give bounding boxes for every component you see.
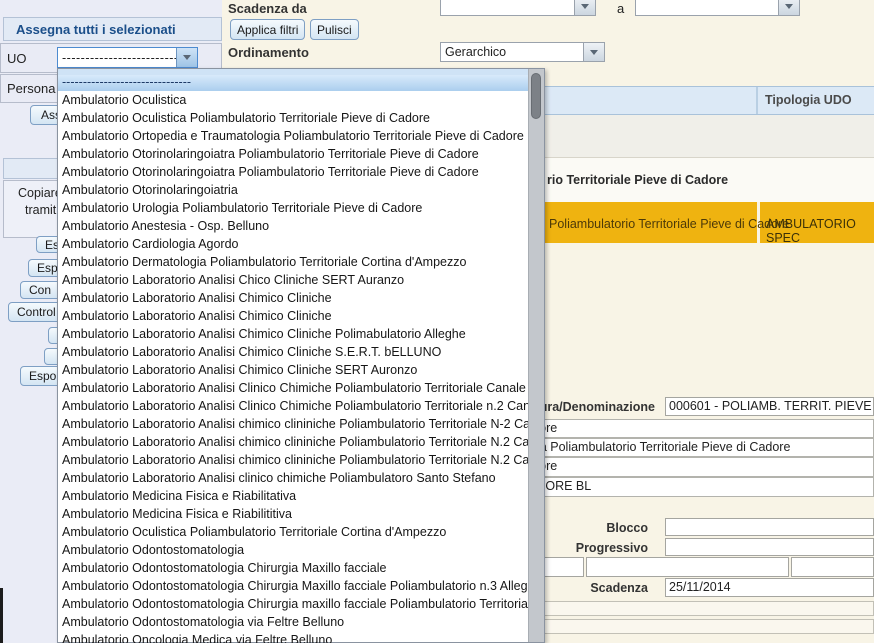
ordinamento-label: Ordinamento — [228, 45, 309, 60]
dropdown-item[interactable]: Ambulatorio Laboratorio Analisi Chimico … — [58, 325, 529, 343]
dropdown-item[interactable]: Ambulatorio Medicina Fisica e Riabilitit… — [58, 505, 529, 523]
small-table-cell-2[interactable] — [586, 557, 789, 577]
uo-dropdown-popup: ------------------------------- Ambulato… — [57, 68, 545, 643]
empty-form-row-1 — [500, 601, 874, 616]
chevron-down-icon[interactable] — [583, 43, 604, 61]
dropdown-item[interactable]: Ambulatorio Otorinolaringoiatra Poliambu… — [58, 145, 529, 163]
dropdown-item[interactable]: Ambulatorio Oculistica Poliambulatorio T… — [58, 523, 529, 541]
dropdown-item[interactable]: Ambulatorio Odontostomatologia Chirurgia… — [58, 577, 529, 595]
detail-line-4: DI CADORE BL — [500, 477, 874, 497]
uo-combobox[interactable]: ------------------------------ — [57, 47, 198, 68]
dropdown-item[interactable]: Ambulatorio Laboratorio Analisi Chimico … — [58, 361, 529, 379]
detail-line-3: di Cadore — [500, 457, 874, 477]
popup-scrollbar-thumb[interactable] — [531, 73, 541, 119]
blocco-input[interactable] — [665, 518, 874, 536]
dropdown-item[interactable]: Ambulatorio Laboratorio Analisi Chico Cl… — [58, 271, 529, 289]
ordinamento-combobox[interactable]: Gerarchico — [440, 42, 605, 62]
dropdown-item[interactable]: Ambulatorio Oncologia Medica via Feltre … — [58, 631, 529, 643]
dropdown-item[interactable]: Ambulatorio Laboratorio Analisi Chimico … — [58, 289, 529, 307]
assegna-panel-header: Assegna tutti i selezionati — [3, 17, 222, 41]
dropdown-item[interactable]: Ambulatorio Laboratorio Analisi Clinico … — [58, 379, 529, 397]
dropdown-item[interactable]: Ambulatorio Laboratorio Analisi chimico … — [58, 433, 529, 451]
dropdown-item[interactable]: Ambulatorio Ortopedia e Traumatologia Po… — [58, 127, 529, 145]
table-header-divider — [756, 87, 758, 114]
dropdown-item[interactable]: Ambulatorio Laboratorio Analisi Clinico … — [58, 397, 529, 415]
scadenza-da-label: Scadenza da — [228, 1, 307, 16]
table-group-header: rio Territoriale Pieve di Cadore — [547, 173, 728, 187]
uo-label: UO — [7, 51, 27, 66]
dropdown-item[interactable]: Ambulatorio Medicina Fisica e Riabilitat… — [58, 487, 529, 505]
tipologia-udo-column-header: Tipologia UDO — [765, 93, 852, 107]
popup-scrollbar[interactable] — [528, 69, 544, 642]
date-to-combobox[interactable] — [635, 0, 800, 16]
dropdown-item[interactable]: Ambulatorio Otorinolaringoiatria — [58, 181, 529, 199]
small-table-cell-3[interactable] — [791, 557, 874, 577]
dropdown-item[interactable]: Ambulatorio Laboratorio Analisi chimico … — [58, 451, 529, 469]
chevron-down-icon[interactable] — [574, 0, 595, 15]
persona-label: Persona — [7, 81, 55, 96]
dropdown-item[interactable]: Ambulatorio Laboratorio Analisi Chimico … — [58, 343, 529, 361]
denominazione-input[interactable]: 000601 - POLIAMB. TERRIT. PIEVE DI C. — [665, 397, 874, 416]
chevron-down-icon[interactable] — [778, 0, 799, 15]
dropdown-item[interactable]: Ambulatorio Laboratorio Analisi Chimico … — [58, 307, 529, 325]
dropdown-item[interactable]: Ambulatorio Anestesia - Osp. Belluno — [58, 217, 529, 235]
highlighted-row-structure-cell[interactable]: Poliambulatorio Territoriale Pieve di Ca… — [549, 217, 789, 231]
uo-combobox-value: ------------------------------ — [58, 51, 176, 65]
window-edge — [0, 588, 3, 643]
date-from-combobox[interactable] — [440, 0, 596, 16]
dropdown-item[interactable]: Ambulatorio Odontostomatologia Chirurgia… — [58, 595, 529, 613]
dropdown-item-selected[interactable]: ------------------------------- — [58, 75, 529, 91]
dropdown-item[interactable]: Ambulatorio Cardiologia Agordo — [58, 235, 529, 253]
detail-line-1: di Cadore — [500, 419, 874, 438]
dropdown-item[interactable]: Ambulatorio Odontostomatologia via Feltr… — [58, 613, 529, 631]
applica-filtri-button[interactable]: Applica filtri — [230, 19, 305, 40]
progressivo-input[interactable] — [665, 538, 874, 556]
dropdown-item[interactable]: Ambulatorio Laboratorio Analisi clinico … — [58, 469, 529, 487]
dropdown-item[interactable]: Ambulatorio Oculistica Poliambulatorio T… — [58, 109, 529, 127]
copia-text-line-2: tramit — [25, 203, 56, 217]
dropdown-item-list: Ambulatorio OculisticaAmbulatorio Oculis… — [58, 91, 529, 643]
detail-line-2: atologia Poliambulatorio Territoriale Pi… — [500, 438, 874, 457]
scadenza-input[interactable]: 25/11/2014 — [665, 578, 874, 597]
dropdown-item[interactable]: Ambulatorio Otorinolaringoiatra Poliambu… — [58, 163, 529, 181]
dropdown-item[interactable]: Ambulatorio Oculistica — [58, 91, 529, 109]
ordinamento-value: Gerarchico — [441, 45, 583, 59]
application-window: Scadenza da a Applica filtri Pulisci Ord… — [0, 0, 874, 643]
dropdown-item[interactable]: Ambulatorio Odontostomatologia Chirurgia… — [58, 559, 529, 577]
empty-form-row-2 — [500, 619, 874, 634]
highlighted-row-tipologia-cell[interactable]: AMBULATORIO SPEC — [766, 217, 874, 245]
dropdown-item[interactable]: Ambulatorio Urologia Poliambulatorio Ter… — [58, 199, 529, 217]
copia-text-line-1: Copiare — [18, 186, 62, 200]
dropdown-item[interactable]: Ambulatorio Odontostomatologia — [58, 541, 529, 559]
chevron-down-icon[interactable] — [176, 48, 197, 67]
range-separator-label: a — [617, 1, 624, 16]
dropdown-item[interactable]: Ambulatorio Dermatologia Poliambulatorio… — [58, 253, 529, 271]
pulisci-button[interactable]: Pulisci — [310, 19, 359, 40]
dropdown-item[interactable]: Ambulatorio Laboratorio Analisi chimico … — [58, 415, 529, 433]
